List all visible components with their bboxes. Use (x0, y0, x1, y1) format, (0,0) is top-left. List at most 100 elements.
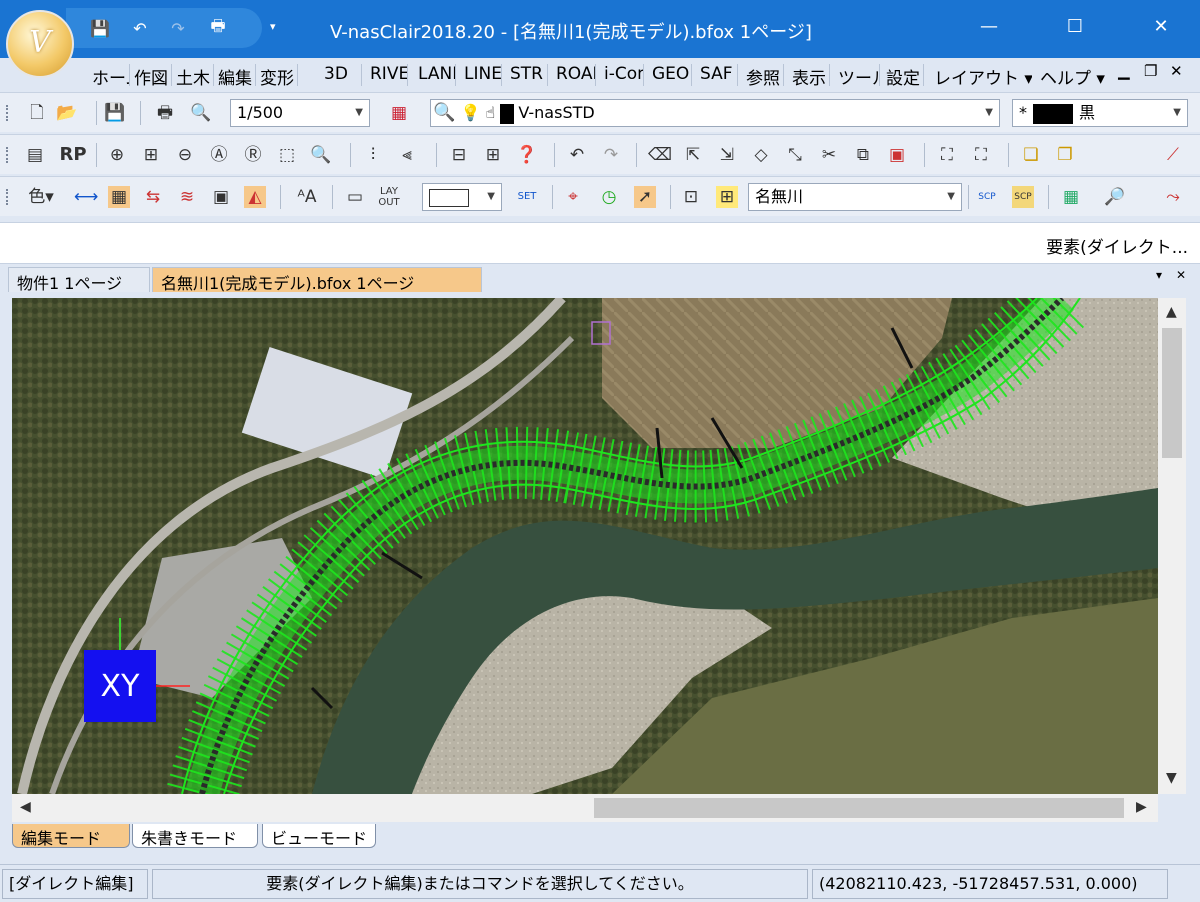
doc-tab-model[interactable]: 名無川1(完成モデル).bfox 1ページ (152, 267, 482, 293)
set-icon[interactable]: SET (516, 186, 538, 208)
layout-icon[interactable]: LAY OUT (378, 186, 400, 208)
plus-icon[interactable]: ⊞ (482, 144, 504, 166)
calculator-icon[interactable]: ▦ (1060, 186, 1082, 208)
pattern-icon[interactable]: ≋ (176, 186, 198, 208)
snap-settings-icon[interactable]: ⫷ (396, 144, 418, 166)
tab-edit[interactable]: 編集 (216, 64, 256, 86)
drawing-canvas[interactable]: XY (12, 298, 1158, 794)
line-tool-icon[interactable]: ⟋ (1162, 144, 1184, 166)
scp-settings-icon[interactable]: SCP (1012, 186, 1034, 208)
redo-icon[interactable]: ↷ (600, 144, 622, 166)
mode-tab-redline[interactable]: 朱書きモード (132, 824, 258, 848)
minimize-button[interactable]: — (966, 6, 1012, 46)
help-icon[interactable]: ❓ (516, 144, 538, 166)
toolbar-grip[interactable] (6, 147, 9, 163)
search-text-icon[interactable]: 🔎 (1104, 186, 1126, 208)
mdi-restore-icon[interactable]: ❐ (1144, 62, 1157, 80)
zoom-all-icon[interactable]: Ⓐ (208, 144, 230, 166)
minus-icon[interactable]: ⊟ (448, 144, 470, 166)
toolbar-grip[interactable] (6, 105, 9, 121)
xy-axis-indicator[interactable]: XY (84, 650, 156, 722)
zoom-out-icon[interactable]: ⊖ (174, 144, 196, 166)
scroll-down-icon[interactable]: ▼ (1166, 770, 1177, 786)
vertical-scroll-thumb[interactable] (1162, 328, 1182, 458)
measure-icon[interactable]: ⌖ (562, 186, 584, 208)
vertical-scrollbar[interactable]: ▲ ▼ (1158, 298, 1186, 794)
bring-front-icon[interactable]: ❏ (1020, 144, 1042, 166)
horizontal-scroll-thumb[interactable] (594, 798, 1124, 818)
scroll-left-icon[interactable]: ◀ (20, 799, 31, 815)
river-add-icon[interactable]: ⊞ (716, 186, 738, 208)
scroll-right-icon[interactable]: ▶ (1136, 799, 1147, 815)
scale-icon[interactable]: ⤡ (784, 144, 806, 166)
zoom-previous-icon[interactable]: 🔍 (310, 144, 332, 166)
tab-saf[interactable]: SAF (698, 64, 738, 86)
send-back-icon[interactable]: ❐ (1054, 144, 1076, 166)
rotate-icon[interactable]: ◇ (750, 144, 772, 166)
zoom-window-icon[interactable]: ⊞ (140, 144, 162, 166)
redraw-icon[interactable]: ▤ (24, 144, 46, 166)
tab-list-icon[interactable]: ▾ (1156, 268, 1162, 282)
tab-settings[interactable]: 設定 (884, 64, 924, 86)
mirror-icon[interactable]: ⧉ (852, 144, 874, 166)
rp-button[interactable]: RP (58, 144, 88, 166)
print-preview-icon[interactable]: 🔍 (190, 102, 212, 124)
tab-civil[interactable]: 土木 (174, 64, 214, 86)
undo-icon[interactable]: ↶ (128, 18, 152, 38)
new-file-icon[interactable]: 🗋 (26, 102, 48, 124)
scroll-up-icon[interactable]: ▲ (1166, 304, 1177, 320)
zoom-select-icon[interactable]: ⬚ (276, 144, 298, 166)
tab-str[interactable]: STR (508, 64, 548, 86)
hatch-icon[interactable]: ▦ (108, 186, 130, 208)
tab-line[interactable]: LINE (462, 64, 502, 86)
color-menu-icon[interactable]: 色▾ (24, 186, 58, 208)
color-select[interactable]: * 黒 ▼ (1012, 99, 1188, 127)
tab-layout[interactable]: レイアウト ▾ (932, 64, 1032, 86)
move-icon[interactable]: ⇱ (682, 144, 704, 166)
tab-river[interactable]: RIVER (368, 64, 408, 86)
tab-geo[interactable]: GEO (650, 64, 692, 86)
zoom-range-icon[interactable]: Ⓡ (242, 144, 264, 166)
tab-view[interactable]: 表示 (790, 64, 830, 86)
tab-draw[interactable]: 作図 (132, 64, 172, 86)
tab-transform[interactable]: 変形 (258, 64, 298, 86)
print-icon[interactable]: 🖶 (154, 102, 176, 124)
tab-land[interactable]: LAND (416, 64, 456, 86)
tab-3d[interactable]: 3D (322, 64, 362, 86)
undo-icon[interactable]: ↶ (566, 144, 588, 166)
layer-move-icon[interactable]: ⇆ (142, 186, 164, 208)
mdi-close-icon[interactable]: ✕ (1170, 62, 1183, 80)
snap-icon[interactable]: ⫶ (362, 144, 384, 166)
attribute-icon[interactable]: ▣ (886, 144, 908, 166)
save-icon[interactable]: 💾 (104, 102, 126, 124)
layer-color-icon[interactable]: ▦ (388, 102, 410, 124)
tab-home[interactable]: ホーム (90, 64, 130, 86)
river-select[interactable]: 名無川 ▼ (748, 183, 962, 211)
grid-icon[interactable]: ▣ (210, 186, 232, 208)
ungroup-icon[interactable]: ⛶ (970, 144, 992, 166)
toolbar-grip[interactable] (6, 189, 9, 205)
mode-tab-edit[interactable]: 編集モード (12, 824, 130, 848)
tab-help[interactable]: ヘルプ ▾ (1038, 64, 1112, 86)
open-folder-icon[interactable]: 📂 (56, 102, 78, 124)
save-icon[interactable]: 💾 (88, 18, 112, 38)
qat-customize-icon[interactable]: ▾ (270, 20, 276, 33)
tab-reference[interactable]: 参照 (744, 64, 784, 86)
mode-tab-view[interactable]: ビューモード (262, 824, 376, 848)
curve-tool-icon[interactable]: ⤳ (1162, 186, 1184, 208)
frame-icon[interactable]: ▭ (344, 186, 366, 208)
close-button[interactable]: ✕ (1138, 6, 1184, 46)
select-pointer-icon[interactable]: ➚ (634, 186, 656, 208)
group-icon[interactable]: ⛶ (936, 144, 958, 166)
tab-icon[interactable]: i-Con (602, 64, 644, 86)
section-icon[interactable]: ⊡ (680, 186, 702, 208)
copy-icon[interactable]: ⇲ (716, 144, 738, 166)
print-icon[interactable]: 🖶 (206, 16, 230, 38)
scp-icon[interactable]: SCP (976, 186, 998, 208)
cursor-circle-icon[interactable]: ◷ (598, 186, 620, 208)
tab-close-icon[interactable]: ✕ (1176, 268, 1186, 282)
tab-road[interactable]: ROAD (554, 64, 596, 86)
app-logo[interactable]: V (6, 10, 74, 78)
tab-tools[interactable]: ツール (836, 64, 880, 86)
dimension-icon[interactable]: ⟷ (74, 186, 98, 208)
